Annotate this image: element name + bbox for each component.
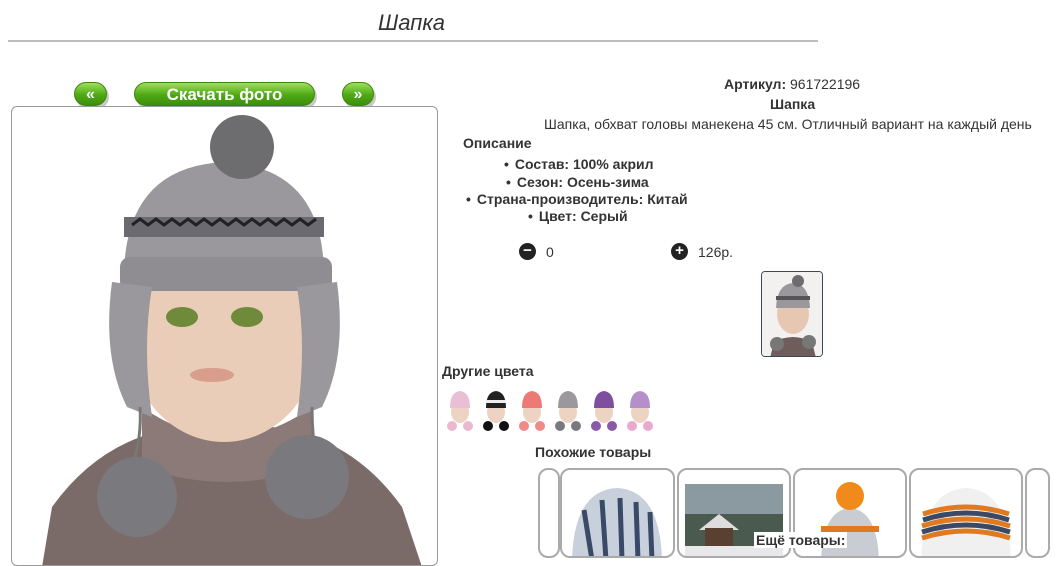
pink-hat-thumb (447, 391, 473, 431)
attribute-country: Страна-производитель: Китай (466, 191, 688, 207)
grey-hat-thumb (555, 391, 581, 431)
color-swatch-black[interactable] (480, 386, 512, 434)
more-products-label: Ещё товары: (754, 532, 848, 548)
product-description: Шапка, обхват головы манекена 45 см. Отл… (544, 116, 1032, 132)
prev-photo-button[interactable]: « (74, 82, 107, 106)
similar-product-card[interactable] (1025, 468, 1050, 558)
other-colors-heading: Другие цвета (442, 363, 534, 379)
main-product-photo[interactable] (11, 106, 438, 566)
quantity-value: 0 (546, 244, 554, 260)
color-swatch-purple[interactable] (588, 386, 620, 434)
coral-hat-thumb (519, 391, 545, 431)
lilac-hat-thumb (627, 391, 653, 431)
title-divider (8, 40, 818, 42)
minus-circle-icon[interactable]: − (519, 243, 536, 260)
similar-product-card[interactable] (538, 468, 560, 558)
next-photo-button[interactable]: » (342, 82, 374, 106)
color-swatch-lilac[interactable] (624, 386, 656, 434)
striped-hat-image (572, 488, 662, 556)
stripe-beanie-image (921, 488, 1011, 556)
attribute-color: Цвет: Серый (528, 208, 628, 224)
child-in-hat-illustration (42, 115, 422, 565)
article-line: Артикул: 961722196 (724, 76, 860, 92)
description-heading: Описание (463, 135, 532, 151)
black-hat-thumb (483, 391, 509, 431)
photo-thumbnail[interactable] (761, 271, 823, 357)
similar-product-card[interactable] (560, 468, 675, 558)
color-swatch-coral[interactable] (516, 386, 548, 434)
price: 126р. (698, 244, 734, 260)
article-label: Артикул: (724, 76, 787, 92)
download-photo-button[interactable]: Скачать фото (134, 82, 315, 106)
purple-hat-thumb (591, 391, 617, 431)
attribute-season: Сезон: Осень-зима (506, 174, 649, 190)
article-value: 961722196 (790, 76, 861, 92)
page-title: Шапка (378, 10, 445, 35)
thumbnail-hat-image (762, 272, 822, 356)
plus-circle-icon[interactable]: + (671, 243, 688, 260)
similar-product-card[interactable] (909, 468, 1023, 558)
product-name: Шапка (770, 96, 816, 112)
similar-products-heading: Похожие товары (535, 444, 652, 460)
color-swatch-grey[interactable] (552, 386, 584, 434)
color-swatch-pink[interactable] (444, 386, 476, 434)
attribute-composition: Состав: 100% акрил (504, 156, 654, 172)
